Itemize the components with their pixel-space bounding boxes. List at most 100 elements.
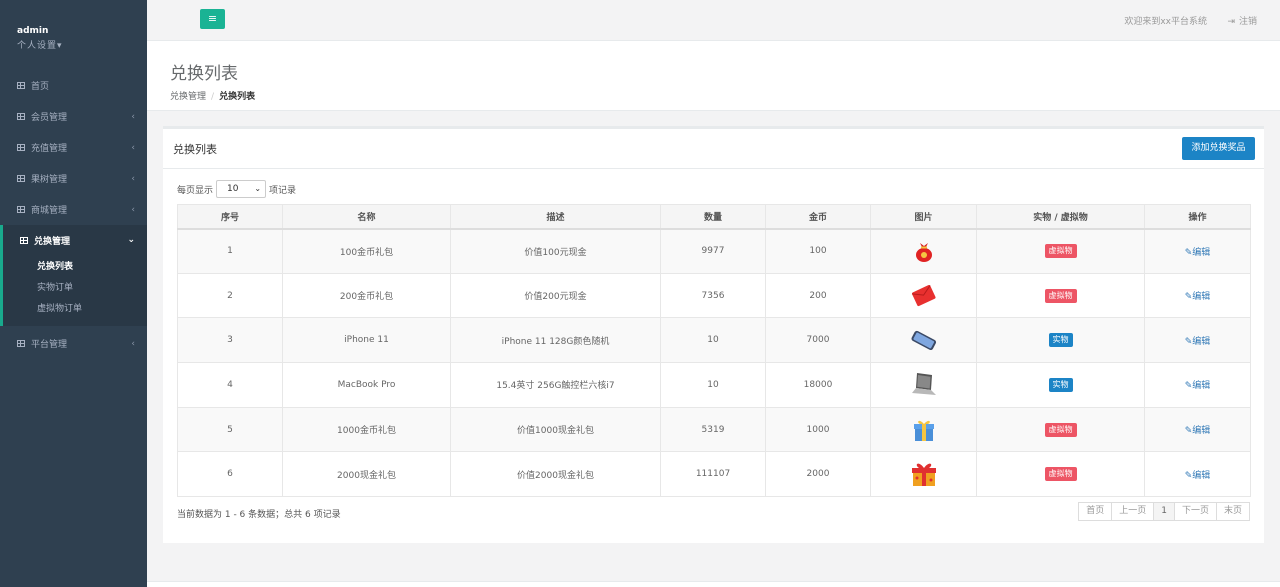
sidebar-item-exchange[interactable]: 兑换管理 ⌄ <box>0 225 147 255</box>
cell-qty: 9977 <box>660 228 766 274</box>
column-header[interactable]: 图片 <box>870 204 977 230</box>
logout-link[interactable]: ⇥ 注销 <box>1227 14 1257 27</box>
column-header[interactable]: 序号 <box>177 204 283 230</box>
edit-link[interactable]: ✎编辑 <box>1185 426 1211 436</box>
table-info: 当前数据为 1 - 6 条数据；总共 6 项记录 <box>177 510 341 520</box>
cell-desc: iPhone 11 128G颜色随机 <box>450 317 661 364</box>
cell-coins: 1000 <box>765 406 871 453</box>
menu-toggle-button[interactable]: ≡ <box>200 9 225 29</box>
chevron-left-icon: ‹ <box>131 173 135 184</box>
chevron-down-icon: ⌄ <box>127 235 135 245</box>
red-envelope-icon <box>911 284 936 306</box>
column-header[interactable]: 实物 / 虚拟物 <box>976 204 1145 230</box>
sidebar-subitem-physical-orders[interactable]: 实物订单 <box>3 278 147 299</box>
sign-out-icon: ⇥ <box>1227 17 1235 27</box>
cell-action: ✎编辑 <box>1144 228 1251 274</box>
cell-desc: 价值2000现金礼包 <box>450 451 661 498</box>
edit-link[interactable]: ✎编辑 <box>1185 471 1211 481</box>
type-badge: 虚拟物 <box>1044 244 1077 259</box>
cell-desc: 15.4英寸 256G触控栏六核i7 <box>450 362 661 408</box>
edit-link[interactable]: ✎编辑 <box>1185 381 1211 391</box>
cell-type: 实物 <box>976 362 1145 408</box>
edit-link[interactable]: ✎编辑 <box>1185 337 1211 347</box>
profile: admin 个人设置▾ <box>0 0 147 70</box>
cell-id: 2 <box>177 272 283 319</box>
pager-last[interactable]: 末页 <box>1215 502 1250 521</box>
cell-id: 1 <box>177 228 283 274</box>
caret-down-icon: ▾ <box>57 41 63 51</box>
cell-image <box>870 272 977 319</box>
type-badge: 虚拟物 <box>1044 422 1077 437</box>
cell-action: ✎编辑 <box>1144 272 1251 319</box>
edit-link[interactable]: ✎编辑 <box>1185 292 1211 302</box>
cell-name: MacBook Pro <box>282 362 451 408</box>
column-header[interactable]: 金币 <box>765 204 871 230</box>
sidebar-item-recharge[interactable]: 充值管理 ‹ <box>0 132 147 163</box>
pager-page-1[interactable]: 1 <box>1153 502 1175 521</box>
grid-icon <box>17 340 25 347</box>
page-length-control: 每页显示 10 ⌄ 项记录 <box>177 180 296 198</box>
page-length-prefix: 每页显示 <box>177 185 214 196</box>
table-row: 1 100金币礼包 价值100元现金 9977 100 虚拟物 ✎编辑 <box>177 228 1251 274</box>
pager-next[interactable]: 下一页 <box>1173 502 1217 521</box>
edit-link[interactable]: ✎编辑 <box>1185 248 1211 258</box>
cell-qty: 7356 <box>660 272 766 319</box>
sidebar: admin 个人设置▾ 首页 会员管理 ‹ 充值管理 ‹ 果树管理 ‹ 商城管理 ‹ 兑… <box>0 0 147 587</box>
sidebar-item-platform[interactable]: 平台管理 ‹ <box>0 328 147 359</box>
grid-icon <box>17 206 25 213</box>
table-row: 2 200金币礼包 价值200元现金 7356 200 虚拟物 ✎编辑 <box>177 272 1251 319</box>
hamburger-icon: ≡ <box>207 12 218 25</box>
cell-name: 100金币礼包 <box>282 228 451 274</box>
chevron-down-icon: ⌄ <box>254 184 262 193</box>
cell-desc: 价值200元现金 <box>450 272 661 319</box>
sidebar-subitem-virtual-orders[interactable]: 虚拟物订单 <box>3 299 147 320</box>
grid-icon <box>17 144 25 151</box>
sidebar-item-home[interactable]: 首页 <box>0 70 147 101</box>
pager-prev[interactable]: 上一页 <box>1111 502 1155 521</box>
topbar: ≡ 欢迎来到xx平台系统 ⇥ 注销 <box>147 0 1280 41</box>
money-bag-icon <box>915 243 932 263</box>
chevron-left-icon: ‹ <box>131 338 135 349</box>
cell-image <box>870 406 977 453</box>
cell-coins: 18000 <box>765 362 871 408</box>
cell-qty: 5319 <box>660 406 766 453</box>
footer-bar <box>147 581 1280 587</box>
cell-action: ✎编辑 <box>1144 317 1251 364</box>
cell-action: ✎编辑 <box>1144 362 1251 408</box>
sidebar-item-fruit-trees[interactable]: 果树管理 ‹ <box>0 163 147 194</box>
column-header[interactable]: 数量 <box>660 204 766 230</box>
cell-image <box>870 451 977 498</box>
column-header[interactable]: 名称 <box>282 204 451 230</box>
cell-id: 3 <box>177 317 283 364</box>
cell-coins: 100 <box>765 228 871 274</box>
sidebar-item-members[interactable]: 会员管理 ‹ <box>0 101 147 132</box>
cell-type: 实物 <box>976 317 1145 364</box>
profile-settings-link[interactable]: 个人设置▾ <box>17 38 147 51</box>
exchange-list-panel: 兑换列表 添加兑换奖品 每页显示 10 ⌄ 项记录 序号 名称 描述 数量 金币 … <box>163 126 1264 543</box>
chevron-left-icon: ‹ <box>131 204 135 215</box>
cell-qty: 111107 <box>660 451 766 498</box>
sidebar-item-mall[interactable]: 商城管理 ‹ <box>0 194 147 225</box>
cell-name: iPhone 11 <box>282 317 451 364</box>
cell-coins: 2000 <box>765 451 871 498</box>
breadcrumb-parent[interactable]: 兑换管理 <box>170 92 206 102</box>
breadcrumb-separator: / <box>211 92 215 102</box>
sidebar-subitem-exchange-list[interactable]: 兑换列表 <box>3 257 147 278</box>
cell-name: 2000现金礼包 <box>282 451 451 498</box>
add-exchange-prize-button[interactable]: 添加兑换奖品 <box>1182 137 1255 160</box>
cell-desc: 价值100元现金 <box>450 228 661 274</box>
page-heading: 兑换列表 兑换管理 / 兑换列表 <box>147 41 1280 111</box>
cell-id: 4 <box>177 362 283 408</box>
page-length-select[interactable]: 10 ⌄ <box>216 180 267 198</box>
column-header[interactable]: 操作 <box>1144 204 1251 230</box>
column-header[interactable]: 描述 <box>450 204 661 230</box>
table-header-row: 序号 名称 描述 数量 金币 图片 实物 / 虚拟物 操作 <box>177 204 1251 230</box>
cell-name: 1000金币礼包 <box>282 406 451 453</box>
table-row: 4 MacBook Pro 15.4英寸 256G触控栏六核i7 10 1800… <box>177 362 1251 408</box>
breadcrumb: 兑换管理 / 兑换列表 <box>170 89 1280 102</box>
cell-coins: 200 <box>765 272 871 319</box>
cell-image <box>870 362 977 408</box>
gift-box-icon <box>913 420 934 441</box>
cell-type: 虚拟物 <box>976 451 1145 498</box>
pager-first[interactable]: 首页 <box>1078 502 1113 521</box>
